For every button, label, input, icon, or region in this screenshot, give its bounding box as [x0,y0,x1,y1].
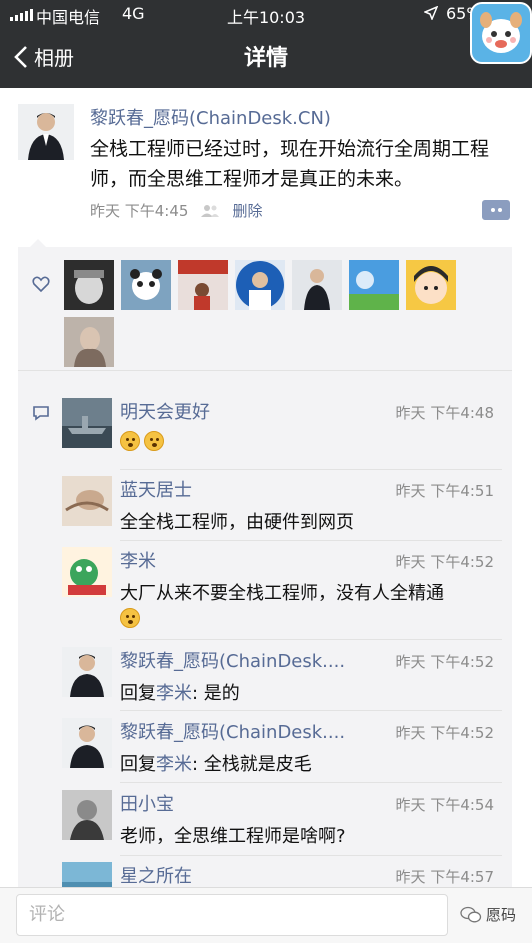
like-avatar[interactable] [235,260,285,310]
comment-divider [120,710,502,711]
watermark-label: 愿码 [486,906,517,924]
comment-divider [120,855,502,856]
like-avatar[interactable] [64,317,114,367]
comment-time: 昨天 下午4:52 [395,653,494,671]
comment-bubble-icon [33,406,49,421]
comment-text: 回复李米: 是的 [120,679,240,705]
comment-text [120,430,168,451]
comment-bar: 评论 愿码 [0,887,532,943]
post-author-name[interactable]: 黎跃春_愿码(ChainDesk.CN) [90,104,331,130]
comment-time: 昨天 下午4:57 [395,868,494,886]
commenter-name[interactable]: 田小宝 [120,790,174,816]
post-content: 全栈工程师已经过时，现在开始流行全周期工程师，而全思维工程师才是真正的未来。 [90,138,490,190]
like-avatar[interactable] [349,260,399,310]
comment-item[interactable]: 明天会更好 昨天 下午4:48 [62,398,502,468]
comment-item[interactable]: 蓝天居士 昨天 下午4:51 全全栈工程师，由硬件到网页 [62,476,502,536]
top-header: 中国电信 4G 上午10:03 65% 相册 详情 [0,0,532,88]
commenter-avatar[interactable] [62,547,112,597]
comment-item[interactable]: 黎跃春_愿码(ChainDesk.... 昨天 下午4:52 回复李米: 全栈就… [62,718,502,780]
post-meta: 昨天 下午4:45 删除 [90,200,262,221]
comment-divider [120,639,502,640]
reply-prefix: 回复 [120,683,156,704]
reply-text: : 全栈就是皮毛 [192,754,312,775]
more-actions-button[interactable] [482,200,510,220]
comment-text: 回复李米: 全栈就是皮毛 [120,750,312,776]
comment-input[interactable]: 评论 [16,894,448,936]
commenter-avatar[interactable] [62,790,112,840]
comment-text: 老师，全思维工程师是啥啊? [120,826,346,847]
reply-text: : 是的 [192,683,240,704]
commenter-avatar[interactable] [62,398,112,448]
comment-time: 昨天 下午4:48 [395,404,494,422]
comment-item[interactable]: 田小宝 昨天 下午4:54 老师，全思维工程师是啥啊? [62,790,502,850]
page-title: 详情 [243,46,288,71]
author-avatar[interactable] [18,104,74,160]
comment-text: 大厂从来不要全栈工程师，没有人全精通 [120,583,444,604]
like-avatar[interactable] [178,260,228,310]
commenter-avatar[interactable] [62,718,112,768]
comment-divider [120,540,502,541]
divider [18,370,512,371]
commenter-name[interactable]: 蓝天居士 [120,476,192,502]
comment-time: 昨天 下午4:52 [395,553,494,571]
commenter-avatar[interactable] [62,476,112,526]
commenter-name[interactable]: 黎跃春_愿码(ChainDesk.... [120,718,345,744]
awkward-smile-emoji-icon [120,607,140,628]
surprised-emoji-icon [144,431,164,451]
comment-divider [120,469,502,470]
comment-item[interactable]: 黎跃春_愿码(ChainDesk.... 昨天 下午4:52 回复李米: 是的 [62,647,502,709]
heart-icon [32,276,50,293]
commenter-avatar[interactable] [62,862,112,887]
comment-time: 昨天 下午4:51 [395,482,494,500]
block-pointer [30,239,46,247]
watermark: 愿码 [460,904,516,925]
like-avatar[interactable] [292,260,342,310]
like-avatar[interactable] [64,260,114,310]
comment-text: 全全栈工程师，由硬件到网页 [120,512,354,533]
like-avatar[interactable] [121,260,171,310]
reply-prefix: 回复 [120,754,156,775]
comment-time: 昨天 下午4:52 [395,724,494,742]
comment-time: 昨天 下午4:54 [395,796,494,814]
comment-divider [120,782,502,783]
commenter-name[interactable]: 星之所在 [120,862,192,887]
like-avatar[interactable] [406,260,456,310]
comment-item[interactable]: 星之所在 昨天 下午4:57 [62,862,502,887]
reply-target[interactable]: 李米 [156,683,192,704]
nav-bar: 相册 详情 [0,30,532,88]
commenter-avatar[interactable] [62,647,112,697]
visibility-people-icon [201,204,220,217]
surprised-emoji-icon [120,431,140,451]
post-time: 昨天 下午4:45 [90,202,189,220]
reply-target[interactable]: 李米 [156,754,192,775]
delete-link[interactable]: 删除 [232,200,262,221]
commenter-name[interactable]: 明天会更好 [120,398,210,424]
commenter-name[interactable]: 黎跃春_愿码(ChainDesk.... [120,647,345,673]
status-bar: 中国电信 4G 上午10:03 65% [0,0,532,64]
comment-emoji [120,607,144,628]
wechat-logo-icon [460,906,482,922]
location-arrow-icon [424,6,438,20]
likes-comments-panel: 明天会更好 昨天 下午4:48 蓝天居士 昨天 下午4:51 全全栈工程师，由硬… [18,247,512,887]
commenter-name[interactable]: 李米 [120,547,156,573]
comment-item[interactable]: 李米 昨天 下午4:52 大厂从来不要全栈工程师，没有人全精通 [62,547,502,631]
